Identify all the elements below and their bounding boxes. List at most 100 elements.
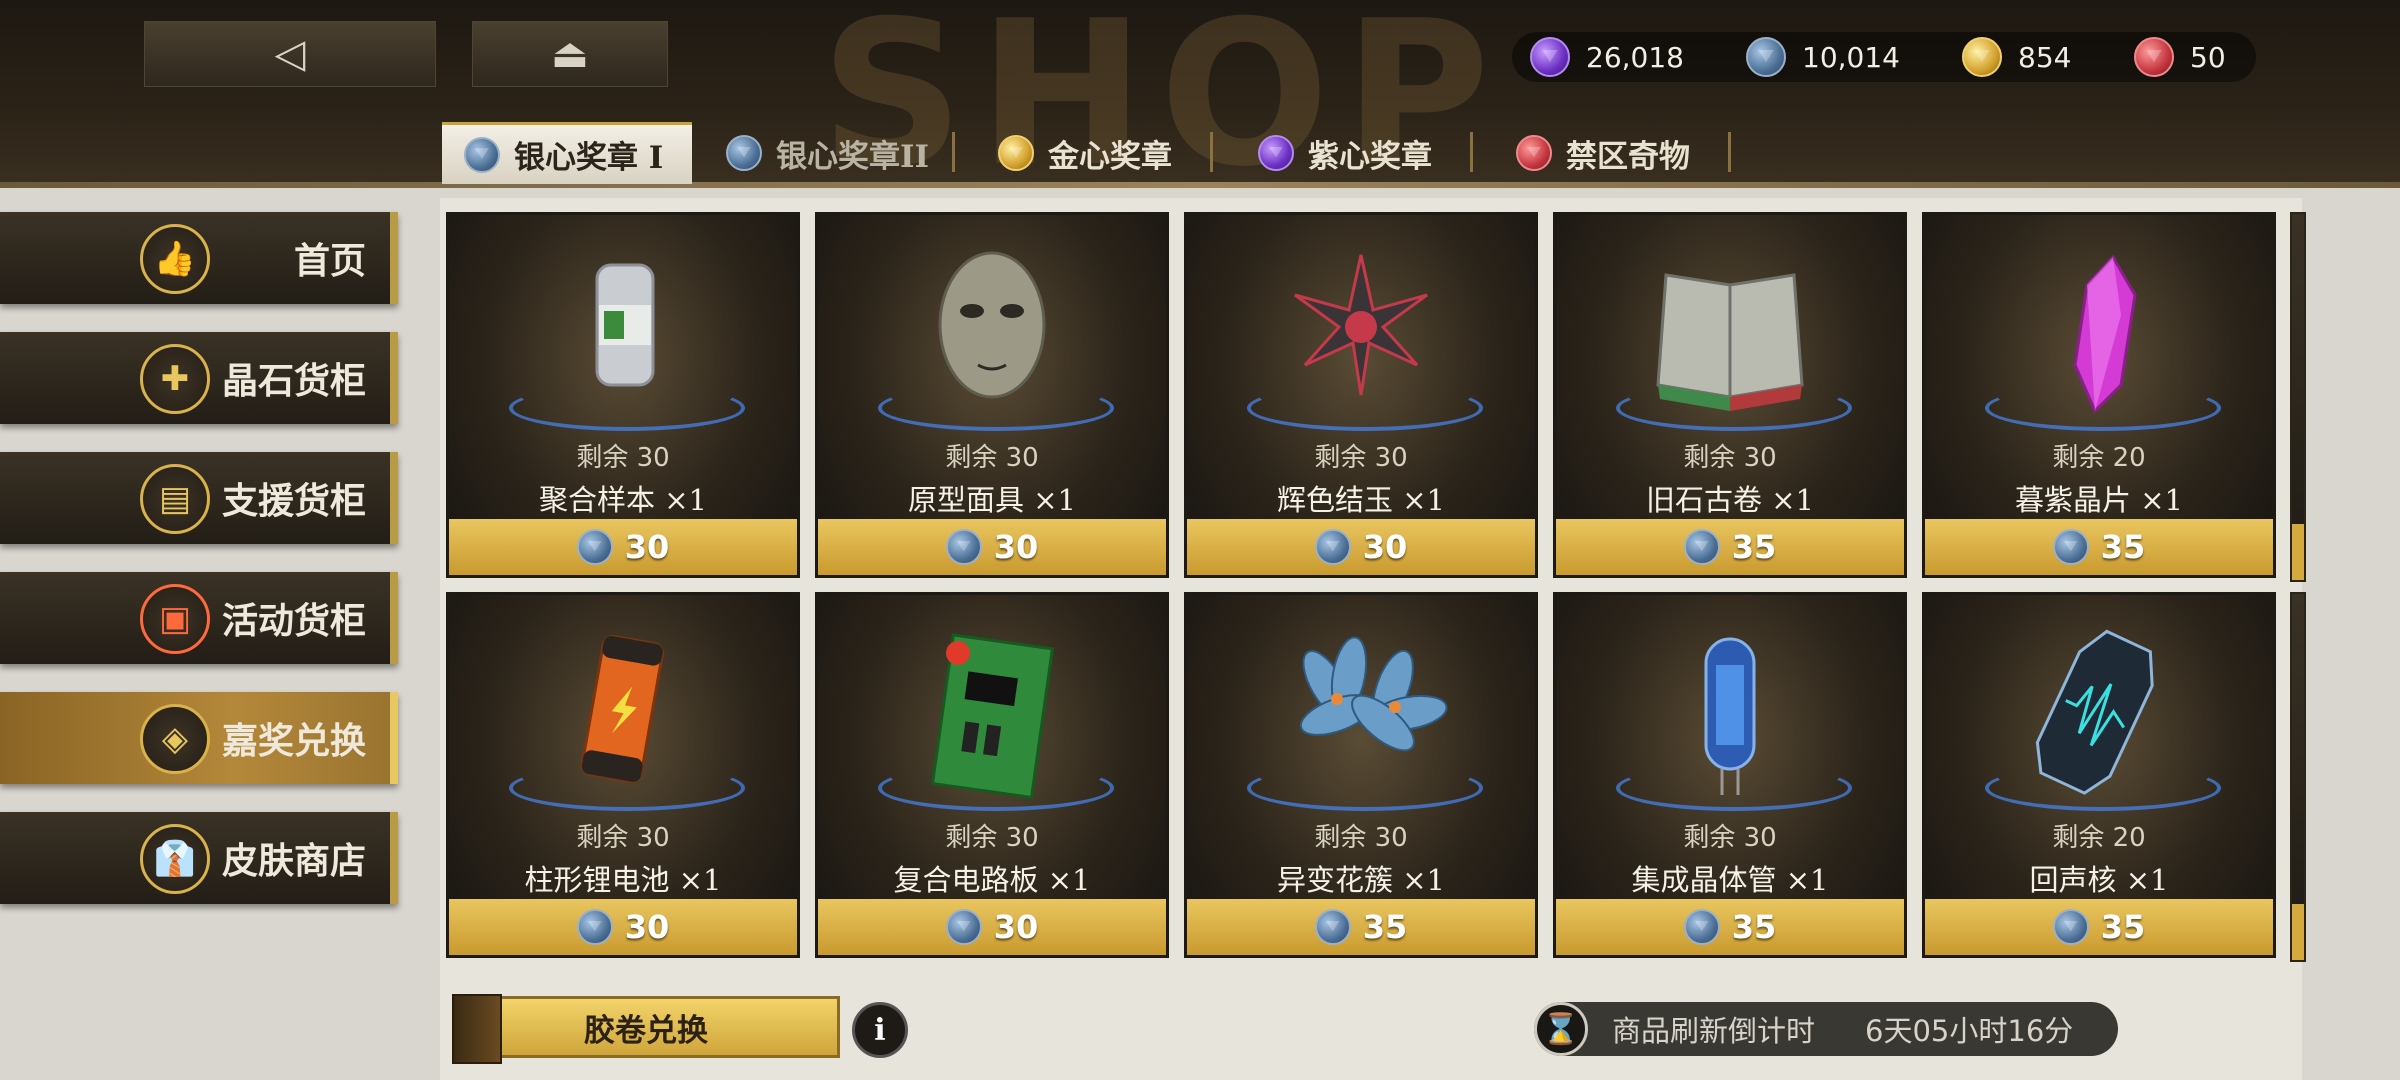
purple-gem-icon [1530,37,1570,77]
price-button[interactable]: 30 [818,899,1166,955]
tab-divider [1728,132,1731,172]
shop-item-card[interactable]: 剩余 30 原型面具 ×1 30 [815,212,1169,578]
silver-gem-icon [1314,529,1351,565]
sidebar-item-label: 首页 [293,240,366,282]
hourglass-icon: ⌛ [1534,1002,1588,1056]
item-name: 复合电路板 ×1 [893,863,1091,897]
shop-item-card[interactable]: 剩余 30 辉色结玉 ×1 30 [1184,212,1538,578]
silver-gem-icon [945,529,982,565]
silver-gem-icon [1314,909,1351,945]
currency-red: 50 [2134,32,2226,82]
sidebar-item-support-locker[interactable]: ▤ 支援货柜 [0,452,398,544]
home-icon: ⏏ [551,31,589,77]
shop-item-card[interactable]: 剩余 30 复合电路板 ×1 30 [815,592,1169,958]
price-button[interactable]: 30 [1187,519,1535,575]
sidebar-item-crystal-locker[interactable]: ✚ 晶石货柜 [0,332,398,424]
purple-gem-icon [1258,135,1294,171]
item-name: 辉色结玉 ×1 [1277,483,1445,517]
currency-value: 26,018 [1586,40,1684,74]
price-button[interactable]: 35 [1556,519,1904,575]
countdown-label: 商品刷新倒计时 [1612,1014,1816,1048]
shop-item-card[interactable]: 剩余 20 回声核 ×1 35 [1922,592,2276,958]
item-name: 旧石古卷 ×1 [1646,483,1814,517]
shop-item-card[interactable]: 剩余 30 旧石古卷 ×1 35 [1553,212,1907,578]
price-value: 30 [624,528,670,566]
display-plate [878,765,1114,811]
sidebar-item-event-locker[interactable]: ▣ 活动货柜 [0,572,398,664]
tab-label: 紫心奖章 [1308,138,1432,175]
tab-divider [952,132,955,172]
silver-gem-icon [1746,37,1786,77]
display-plate [509,765,745,811]
price-button[interactable]: 35 [1925,899,2273,955]
tab-gold-medal[interactable]: 金心奖章 [976,122,1208,184]
silver-gem-icon [945,909,982,945]
countdown-value: 6天05小时16分 [1865,1014,2074,1048]
remaining-count: 剩余 30 [1683,443,1777,473]
silver-gem-icon [464,136,500,173]
gold-gem-icon [998,135,1034,171]
display-plate [509,385,745,431]
tab-purple-medal[interactable]: 紫心奖章 [1236,122,1468,184]
remaining-count: 剩余 30 [945,443,1039,473]
display-plate [1616,765,1852,811]
silver-gem-icon [2052,529,2089,565]
item-name: 异变花簇 ×1 [1277,863,1445,897]
price-value: 35 [2100,908,2146,946]
currency-purple: 26,018 [1530,32,1684,82]
price-value: 35 [1362,908,1408,946]
remaining-count: 剩余 30 [576,443,670,473]
price-button[interactable]: 30 [449,519,797,575]
item-name: 柱形锂电池 ×1 [524,863,722,897]
remaining-count: 剩余 20 [2052,823,2146,853]
film-roll-icon [452,994,502,1064]
sidebar-item-label: 支援货柜 [221,480,366,522]
tab-label: 银心奖章II [776,138,930,175]
remaining-count: 剩余 30 [1314,443,1408,473]
crate-icon: ▤ [140,464,210,534]
display-plate [1247,385,1483,431]
display-plate [1985,765,2221,811]
tab-silver-medal-2[interactable]: 银心奖章II [704,122,954,184]
back-button[interactable]: ◁ [144,21,436,87]
home-button[interactable]: ⏏ [472,21,668,87]
tab-label: 金心奖章 [1048,138,1172,175]
back-arrow-icon: ◁ [274,31,306,77]
price-button[interactable]: 35 [1925,519,2273,575]
shop-item-card[interactable]: 剩余 30 聚合样本 ×1 30 [446,212,800,578]
price-value: 35 [1731,528,1777,566]
silver-gem-icon [1683,529,1720,565]
crystal-locker-icon: ✚ [140,344,210,414]
shop-item-card[interactable]: 剩余 30 异变花簇 ×1 35 [1184,592,1538,958]
info-icon[interactable]: i [852,1002,908,1058]
price-button[interactable]: 30 [449,899,797,955]
tab-forbidden-oddities[interactable]: 禁区奇物 [1494,122,1726,184]
remaining-count: 剩余 30 [576,823,670,853]
sidebar-item-label: 嘉奖兑换 [221,720,366,762]
sidebar-item-label: 晶石货柜 [221,360,366,402]
tab-label: 银心奖章 I [514,140,664,176]
shop-item-card[interactable]: 剩余 30 集成晶体管 ×1 35 [1553,592,1907,958]
price-value: 35 [1731,908,1777,946]
red-gem-icon [2134,37,2174,77]
price-button[interactable]: 35 [1556,899,1904,955]
tab-silver-medal-1[interactable]: 银心奖章 I [442,122,692,184]
silver-gem-icon [1683,909,1720,945]
price-button[interactable]: 35 [1187,899,1535,955]
silver-gem-icon [2052,909,2089,945]
item-name: 暮紫晶片 ×1 [2015,483,2183,517]
film-exchange-button[interactable]: 胶卷兑换 [452,996,840,1058]
sidebar-item-home[interactable]: 👍 首页 [0,212,398,304]
sidebar-item-skin-shop[interactable]: 👔 皮肤商店 [0,812,398,904]
gold-gem-icon [1962,37,2002,77]
display-plate [1247,765,1483,811]
sidebar-item-label: 活动货柜 [221,600,366,642]
price-button[interactable]: 30 [818,519,1166,575]
silver-gem-icon [726,135,762,171]
tab-divider [1210,132,1213,172]
shop-item-card[interactable]: 剩余 30 柱形锂电池 ×1 30 [446,592,800,958]
shop-item-card[interactable]: 剩余 20 暮紫晶片 ×1 35 [1922,212,2276,578]
sidebar-item-commendation-exchange[interactable]: ◈ 嘉奖兑换 [0,692,398,784]
item-name: 原型面具 ×1 [908,483,1076,517]
silver-gem-icon [576,909,613,945]
